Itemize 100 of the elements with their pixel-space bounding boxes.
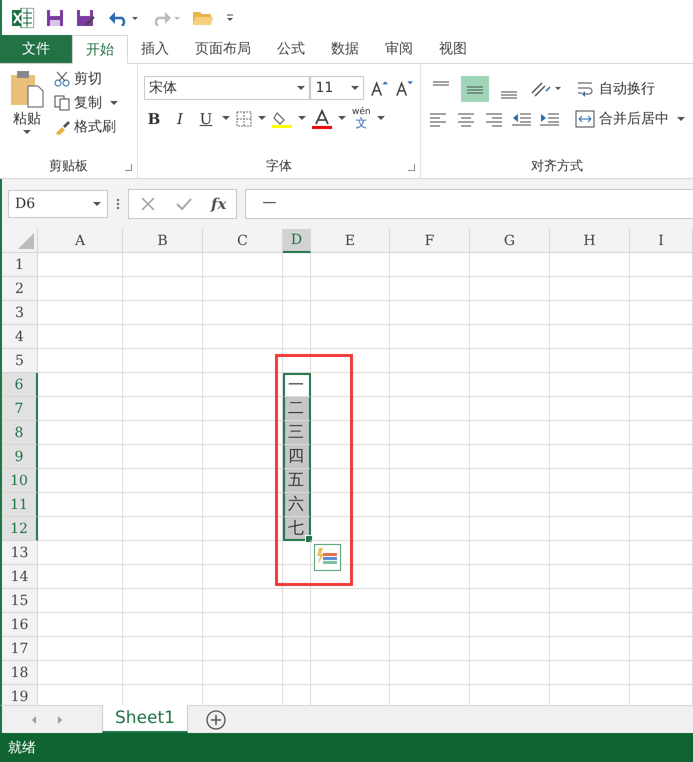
ribbon-tab[interactable]: 文件 bbox=[0, 35, 72, 63]
table-cell bbox=[630, 349, 693, 373]
name-box[interactable]: D6 bbox=[8, 190, 108, 218]
ribbon-tab[interactable]: 公式 bbox=[264, 35, 318, 63]
dialog-launcher-icon[interactable] bbox=[125, 164, 132, 171]
table-cell bbox=[630, 253, 693, 277]
row-header[interactable]: 18 bbox=[2, 661, 38, 685]
ribbon-tab[interactable]: 开始 bbox=[72, 35, 128, 64]
font-color-icon[interactable] bbox=[312, 108, 332, 128]
ribbon-tab[interactable]: 数据 bbox=[318, 35, 372, 63]
row-header[interactable]: 3 bbox=[2, 301, 38, 325]
row-header[interactable]: 7 bbox=[2, 397, 38, 421]
caret-icon[interactable] bbox=[222, 116, 230, 121]
column-header[interactable]: A bbox=[38, 229, 123, 253]
table-cell bbox=[630, 613, 693, 637]
column-header[interactable]: G bbox=[470, 229, 550, 253]
ribbon-tab[interactable]: 视图 bbox=[426, 35, 480, 63]
cut-button[interactable]: 剪切 bbox=[54, 70, 118, 88]
decrease-indent-icon[interactable] bbox=[511, 111, 533, 127]
quick-analysis-icon[interactable] bbox=[314, 544, 341, 571]
formula-input[interactable]: 一 bbox=[245, 189, 693, 219]
wrap-text-button[interactable]: 自动换行 bbox=[577, 80, 655, 98]
row-header[interactable]: 15 bbox=[2, 589, 38, 613]
table-cell bbox=[283, 661, 311, 685]
ribbon-tab[interactable]: 插入 bbox=[128, 35, 182, 63]
row-header[interactable]: 11 bbox=[2, 493, 38, 517]
table-cell bbox=[283, 277, 311, 301]
table-cell bbox=[630, 541, 693, 565]
clipboard-icon bbox=[10, 70, 44, 108]
dialog-launcher-icon[interactable] bbox=[408, 164, 415, 171]
table-cell: 二 bbox=[283, 397, 311, 421]
caret-icon[interactable] bbox=[298, 116, 306, 121]
align-right-icon[interactable] bbox=[483, 111, 505, 127]
excel-logo-icon[interactable] bbox=[12, 8, 34, 28]
font-name-field[interactable]: 宋体 bbox=[144, 76, 310, 100]
row-header[interactable]: 8 bbox=[2, 421, 38, 445]
row-header[interactable]: 12 bbox=[2, 517, 38, 541]
table-cell bbox=[283, 325, 311, 349]
sheet-tab[interactable]: Sheet1 bbox=[102, 705, 188, 733]
column-header[interactable]: H bbox=[550, 229, 630, 253]
row-header[interactable]: 6 bbox=[2, 373, 38, 397]
fill-color-icon[interactable] bbox=[272, 110, 292, 128]
status-text: 就绪 bbox=[8, 738, 36, 756]
column-header[interactable]: D bbox=[283, 229, 311, 253]
row-header[interactable]: 9 bbox=[2, 445, 38, 469]
row-header[interactable]: 16 bbox=[2, 613, 38, 637]
vertical-align-icon[interactable] bbox=[461, 76, 489, 102]
row-header[interactable]: 1 bbox=[2, 253, 38, 277]
table-cell bbox=[630, 277, 693, 301]
fill-handle[interactable] bbox=[305, 535, 313, 543]
insert-function-button[interactable]: fx bbox=[211, 195, 226, 213]
table-cell bbox=[283, 541, 311, 565]
add-sheet-icon[interactable] bbox=[206, 710, 226, 730]
table-cell: 三 bbox=[283, 421, 311, 445]
grow-font-icon[interactable] bbox=[370, 79, 390, 97]
table-cell: 六 bbox=[283, 493, 311, 517]
column-header[interactable]: C bbox=[203, 229, 283, 253]
borders-icon[interactable] bbox=[236, 110, 252, 126]
underline-button[interactable]: U bbox=[196, 110, 216, 128]
row-header[interactable]: 4 bbox=[2, 325, 38, 349]
shrink-font-icon[interactable] bbox=[395, 79, 414, 97]
column-header[interactable]: I bbox=[630, 229, 693, 253]
row-header[interactable]: 19 bbox=[2, 685, 38, 705]
row-header[interactable]: 14 bbox=[2, 565, 38, 589]
column-header[interactable]: E bbox=[311, 229, 390, 253]
merge-center-button[interactable]: 合并后居中 bbox=[575, 110, 685, 128]
row-header[interactable]: 5 bbox=[2, 349, 38, 373]
more-options-icon[interactable] bbox=[116, 198, 120, 210]
scissors-icon bbox=[54, 71, 70, 87]
table-cell bbox=[283, 637, 311, 661]
table-cell bbox=[283, 565, 311, 589]
row-header[interactable]: 2 bbox=[2, 277, 38, 301]
font-size-field[interactable]: 11 bbox=[310, 76, 364, 100]
ribbon-tab[interactable]: 页面布局 bbox=[182, 35, 264, 63]
ribbon-tab[interactable]: 审阅 bbox=[372, 35, 426, 63]
table-cell bbox=[283, 589, 311, 613]
save-icon[interactable] bbox=[46, 8, 64, 26]
column-header[interactable]: F bbox=[390, 229, 470, 253]
italic-button[interactable]: I bbox=[170, 110, 190, 128]
row-header[interactable]: 13 bbox=[2, 541, 38, 565]
paintbrush-icon bbox=[54, 119, 70, 135]
customize-dropdown-icon[interactable] bbox=[226, 14, 234, 22]
row-header[interactable]: 17 bbox=[2, 637, 38, 661]
caret-icon bbox=[110, 100, 118, 106]
align-center-icon[interactable] bbox=[455, 111, 477, 127]
phonetic-guide-button[interactable]: wén 文 bbox=[352, 108, 371, 129]
caret-icon[interactable] bbox=[338, 116, 346, 121]
bold-button[interactable]: B bbox=[144, 110, 164, 128]
caret-icon[interactable] bbox=[376, 116, 385, 121]
paste-button[interactable]: 粘贴 bbox=[6, 70, 48, 154]
caret-icon[interactable] bbox=[258, 116, 266, 121]
copy-button[interactable]: 复制 bbox=[54, 94, 118, 112]
undo-icon[interactable] bbox=[108, 10, 138, 26]
column-header[interactable]: B bbox=[123, 229, 203, 253]
format-painter-button[interactable]: 格式刷 bbox=[54, 118, 118, 136]
row-header[interactable]: 10 bbox=[2, 469, 38, 493]
align-left-icon[interactable] bbox=[427, 111, 449, 127]
save-as-icon[interactable] bbox=[76, 8, 96, 26]
increase-indent-icon[interactable] bbox=[539, 111, 561, 127]
group-label: 字体 bbox=[266, 158, 292, 175]
